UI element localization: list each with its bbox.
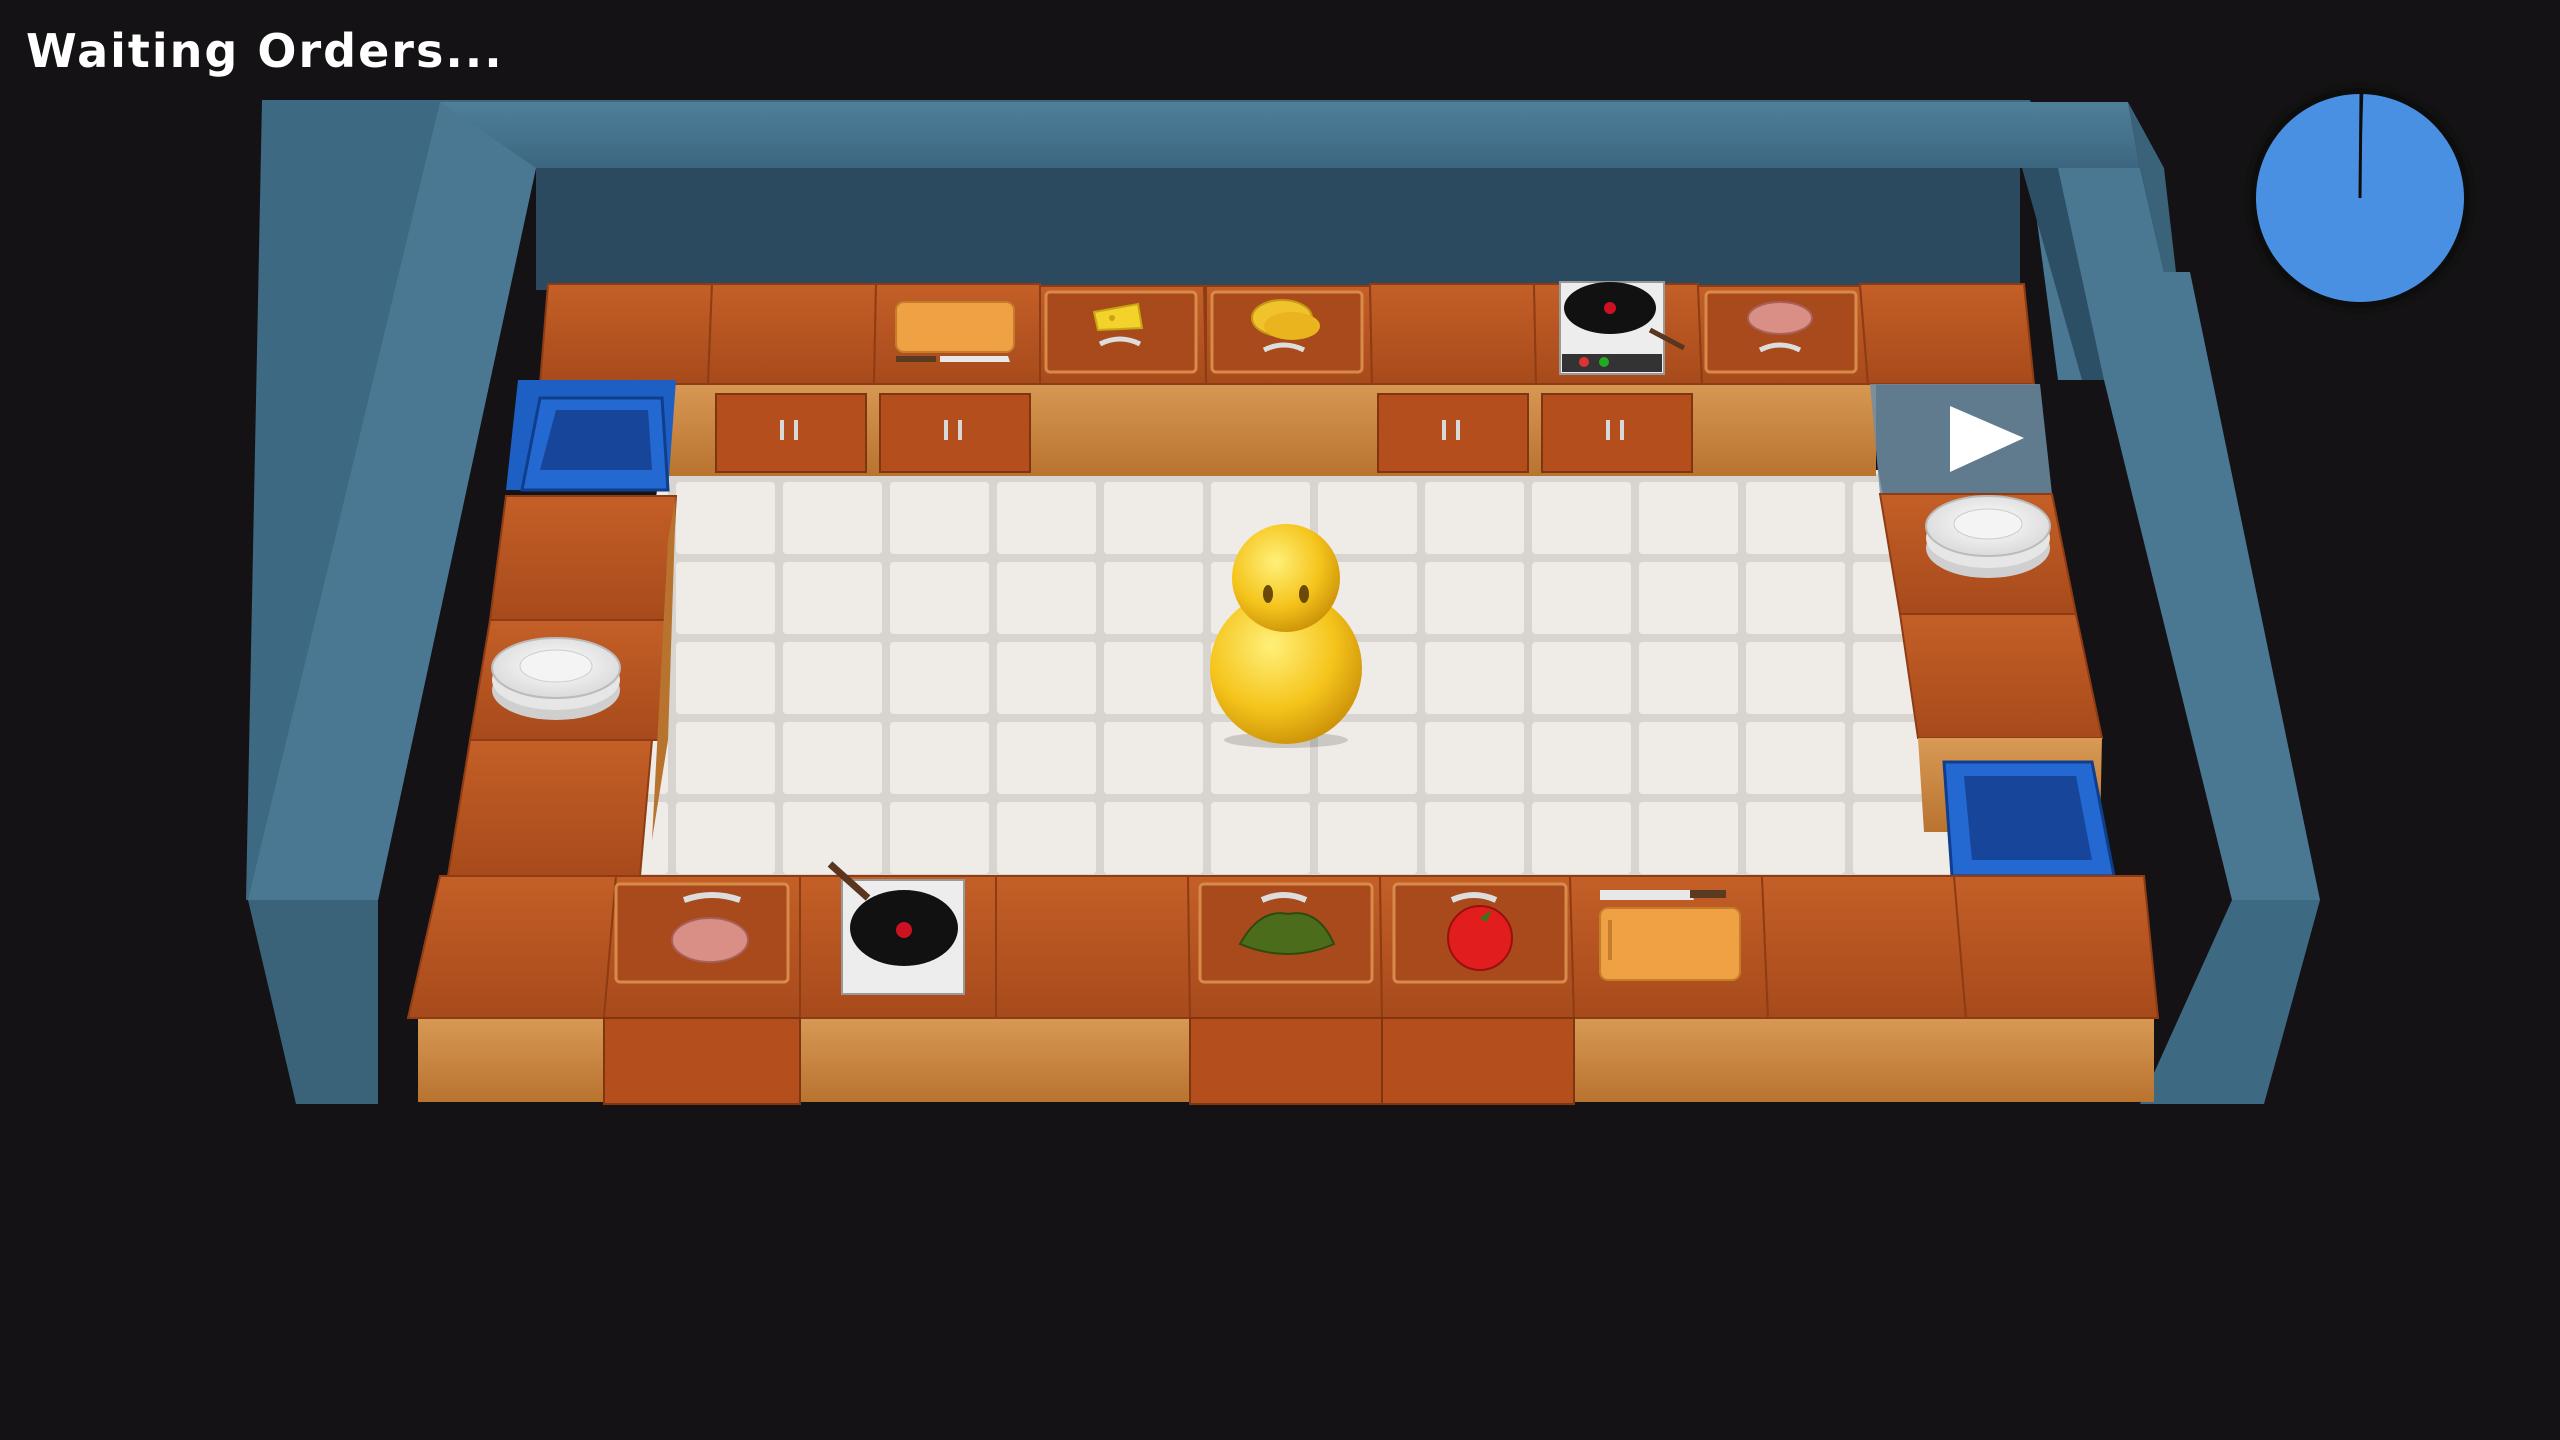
player-eye-left	[1263, 585, 1273, 603]
front-counter-row	[406, 875, 2160, 1105]
stove-front[interactable]	[827, 861, 965, 995]
serving-window[interactable]	[1870, 384, 2052, 494]
cutting-board-back[interactable]	[895, 301, 1015, 362]
trash-bin-right[interactable]	[1942, 760, 2116, 878]
player-eye-right	[1299, 585, 1309, 603]
plate-stack-right[interactable]	[1925, 495, 2051, 578]
kitchen-scene	[246, 100, 2320, 1105]
trash-bin-left[interactable]	[520, 396, 670, 492]
plate-stack-left[interactable]	[491, 637, 621, 720]
